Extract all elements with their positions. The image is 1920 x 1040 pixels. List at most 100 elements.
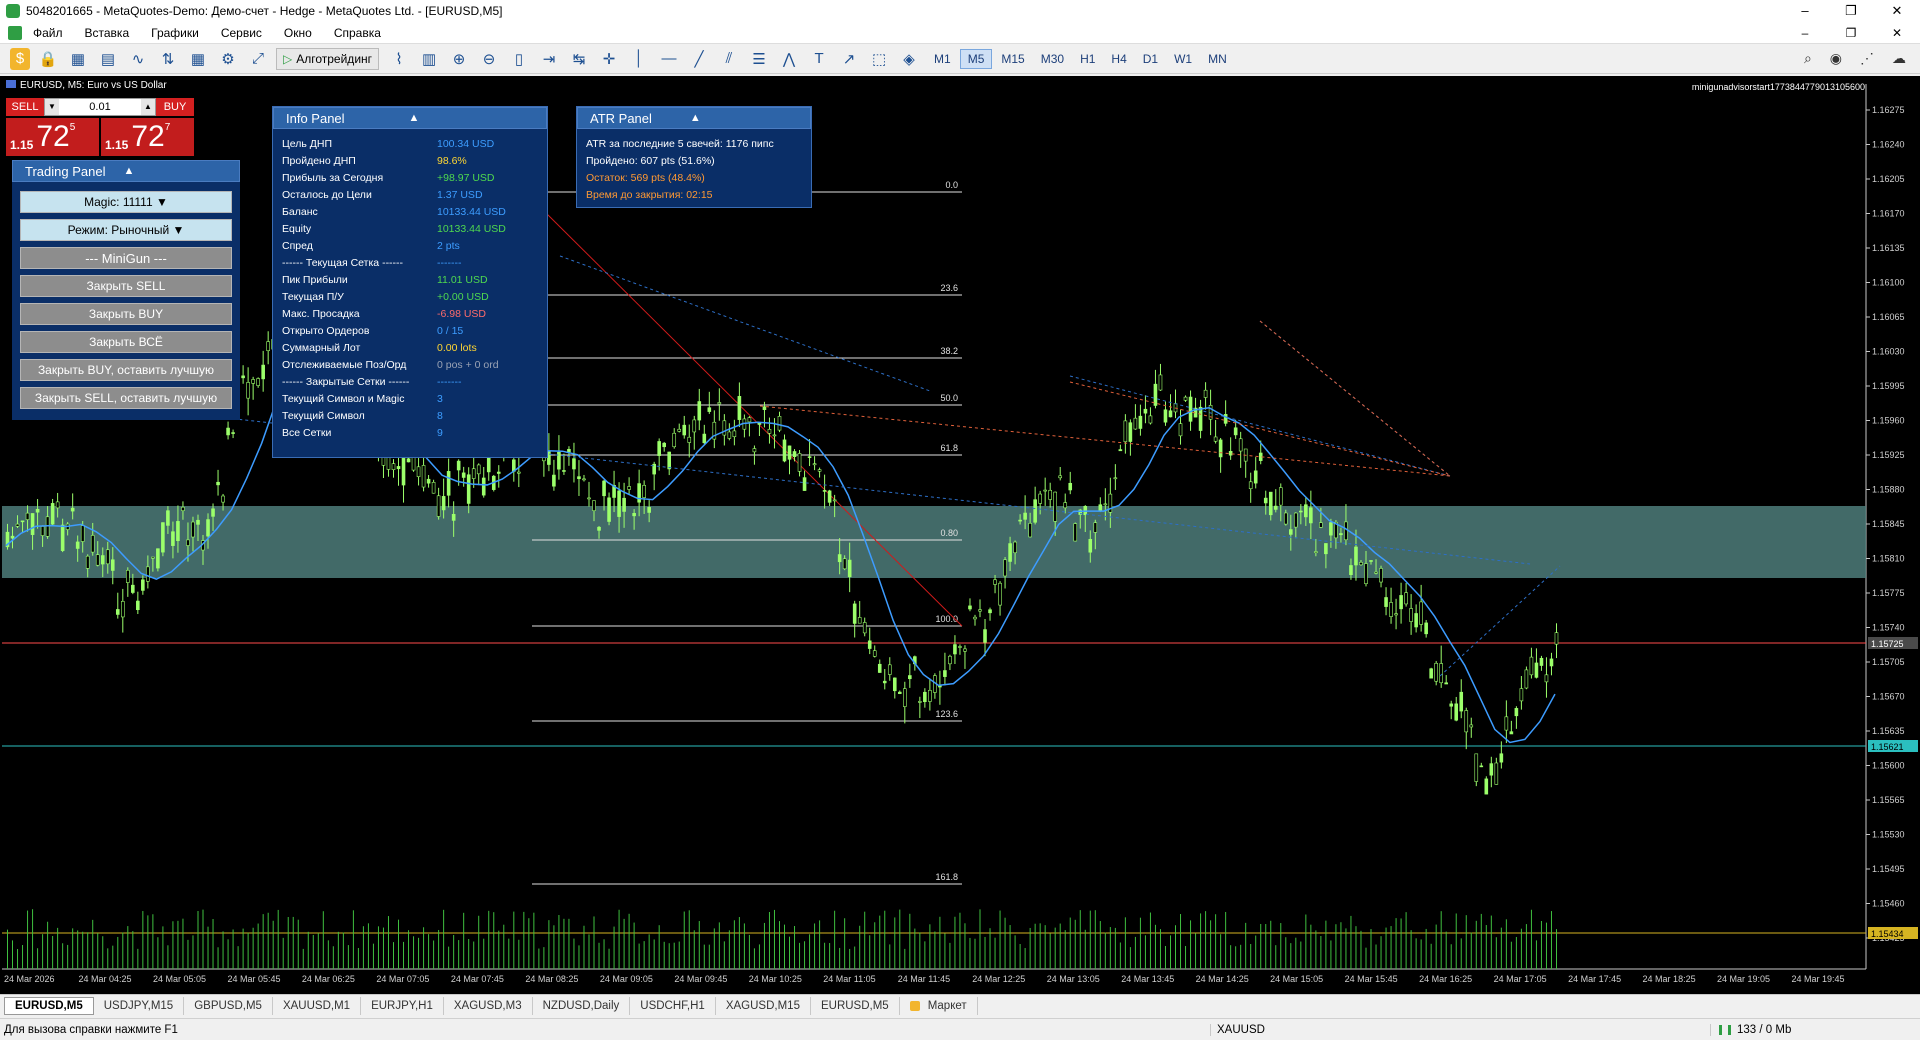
chart-window-icon[interactable] — [8, 25, 22, 40]
tf-w1[interactable]: W1 — [1167, 50, 1199, 68]
chart-tab[interactable]: EURUSD,M5 — [811, 996, 900, 1015]
atr-panel-title: ATR Panel — [590, 110, 652, 126]
lot-up-icon[interactable]: ▲ — [140, 99, 155, 115]
time-tick-label: 24 Mar 19:05 — [1717, 974, 1770, 984]
mdi-close-button[interactable]: ✕ — [1874, 26, 1920, 40]
lot-value[interactable]: 0.01 — [89, 101, 110, 113]
tf-mn[interactable]: MN — [1201, 50, 1234, 68]
collapse-icon[interactable]: ▲ — [123, 165, 134, 177]
trading-panel-header[interactable]: Trading Panel ▲ — [12, 160, 240, 182]
chart-tab[interactable]: XAGUSD,M15 — [716, 996, 811, 1015]
expand-icon[interactable]: ⤢ — [246, 48, 270, 70]
zoom-in-icon[interactable]: ⊕ — [447, 48, 471, 70]
signal-icon[interactable]: ⌇ — [387, 48, 411, 70]
chart-tab-label: EURUSD,M5 — [15, 999, 83, 1012]
fibo-icon[interactable]: ☰ — [747, 48, 771, 70]
tf-h1[interactable]: H1 — [1073, 50, 1102, 68]
menu-tools[interactable]: Сервис — [210, 26, 273, 40]
tf-m5[interactable]: M5 — [959, 48, 993, 69]
trendline-icon[interactable]: ╱ — [687, 48, 711, 70]
chart-tab[interactable]: Маркет — [900, 996, 978, 1015]
channel-icon[interactable]: ⫽ — [717, 48, 741, 70]
chart-tab[interactable]: USDCHF,H1 — [630, 996, 716, 1015]
grid-icon[interactable]: ▦ — [186, 48, 210, 70]
collapse-icon[interactable]: ▲ — [409, 112, 420, 124]
chart-tab[interactable]: USDJPY,M15 — [94, 996, 185, 1015]
sell-button[interactable]: SELL — [6, 98, 44, 116]
autoscroll-icon[interactable]: ⇥ — [537, 48, 561, 70]
feed-icon[interactable]: ⋰ — [1860, 50, 1874, 67]
mode-dropdown[interactable]: Режим: Рыночный ▼ — [20, 219, 232, 241]
chart-tab-label: Маркет — [927, 999, 967, 1012]
close-sell-button[interactable]: Закрыть SELL — [20, 275, 232, 297]
zoom-out-icon[interactable]: ⊖ — [477, 48, 501, 70]
tf-d1[interactable]: D1 — [1136, 50, 1165, 68]
sell-price[interactable]: 1.15 72 5 — [6, 118, 99, 156]
chart-tab[interactable]: XAUUSD,M1 — [273, 996, 362, 1015]
price-tick-label: 1.15460 — [1872, 899, 1905, 909]
chart-tab[interactable]: XAGUSD,M3 — [444, 996, 533, 1015]
folder-icon[interactable]: ▤ — [96, 48, 120, 70]
magic-dropdown[interactable]: Magic: 11111 ▼ — [20, 191, 232, 213]
new-chart-icon[interactable]: ▦ — [66, 48, 90, 70]
menu-help[interactable]: Справка — [323, 26, 392, 40]
tf-m15[interactable]: M15 — [994, 50, 1031, 68]
info-panel-header[interactable]: Info Panel ▲ — [273, 107, 547, 129]
buy-price[interactable]: 1.15 72 7 — [101, 118, 194, 156]
lot-stepper[interactable]: ▼ 0.01 ▲ — [44, 98, 156, 116]
shapes-icon[interactable]: ⬚ — [867, 48, 891, 70]
vertical-line-icon[interactable]: │ — [627, 48, 651, 70]
buy-button[interactable]: BUY — [156, 98, 194, 116]
text-icon[interactable]: T — [807, 48, 831, 70]
tf-m1[interactable]: M1 — [927, 50, 958, 68]
restore-button[interactable]: ❐ — [1828, 3, 1874, 19]
menu-file[interactable]: Файл — [22, 26, 74, 40]
crosshair-icon[interactable]: ✛ — [597, 48, 621, 70]
chart-tab[interactable]: EURJPY,H1 — [361, 996, 444, 1015]
atr-panel-header[interactable]: ATR Panel ▲ — [577, 107, 811, 129]
transfer-icon[interactable]: ⇅ — [156, 48, 180, 70]
close-buy-button[interactable]: Закрыть BUY — [20, 303, 232, 325]
menu-insert[interactable]: Вставка — [74, 26, 141, 40]
trading-panel-title: Trading Panel — [25, 163, 106, 179]
strategy-icon[interactable]: ⚙ — [216, 48, 240, 70]
price-tick-label: 1.15995 — [1872, 381, 1905, 391]
tf-h4[interactable]: H4 — [1104, 50, 1133, 68]
arrow-icon[interactable]: ↗ — [837, 48, 861, 70]
candle-body — [1484, 778, 1489, 795]
chart-area[interactable]: 0.0 23.6 38.2 50.0 61.8 0.80 100.0 123.6 161.8 1.… — [0, 76, 1920, 994]
fan-icon[interactable]: ⋀ — [777, 48, 801, 70]
shift-icon[interactable]: ↹ — [567, 48, 591, 70]
chart-tab[interactable]: EURUSD,M5 — [4, 996, 94, 1015]
mdi-restore-button[interactable]: ❐ — [1828, 26, 1874, 40]
mdi-minimize-button[interactable]: – — [1782, 26, 1828, 40]
tf-m30[interactable]: M30 — [1034, 50, 1071, 68]
time-tick-label: 24 Mar 09:45 — [674, 974, 727, 984]
community-icon[interactable]: ☁ — [1892, 50, 1906, 67]
close-sell-keep-best-button[interactable]: Закрыть SELL, оставить лучшую — [20, 387, 232, 409]
chart-tab[interactable]: GBPUSD,M5 — [184, 996, 273, 1015]
account-icon[interactable]: ◉ — [1830, 50, 1842, 67]
search-icon[interactable]: ⌕ — [1804, 50, 1812, 67]
lock-icon[interactable]: 🔒 — [36, 48, 60, 70]
candle-body — [1429, 668, 1433, 679]
close-all-button[interactable]: Закрыть ВСЁ — [20, 331, 232, 353]
lot-down-icon[interactable]: ▼ — [45, 99, 59, 115]
chart-tab[interactable]: NZDUSD,Daily — [533, 996, 631, 1015]
menu-charts[interactable]: Графики — [140, 26, 210, 40]
indicator-icon[interactable]: ∿ — [126, 48, 150, 70]
candle-body — [903, 688, 907, 707]
close-buy-keep-best-button[interactable]: Закрыть BUY, оставить лучшую — [20, 359, 232, 381]
collapse-icon[interactable]: ▲ — [690, 112, 701, 124]
dollar-icon[interactable]: $ — [10, 47, 30, 70]
bar-chart-icon[interactable]: ▥ — [417, 48, 441, 70]
minimize-button[interactable]: – — [1782, 3, 1828, 19]
close-button[interactable]: ✕ — [1874, 3, 1920, 19]
candles-icon[interactable]: ▯ — [507, 48, 531, 70]
menu-window[interactable]: Окно — [273, 26, 323, 40]
minigun-button[interactable]: --- MiniGun --- — [20, 247, 232, 269]
objects-icon[interactable]: ◈ — [897, 48, 921, 70]
time-tick-label: 24 Mar 13:05 — [1047, 974, 1100, 984]
horizontal-line-icon[interactable]: — — [657, 48, 681, 70]
algo-trading-button[interactable]: ▷ Алготрейдинг — [276, 47, 380, 70]
